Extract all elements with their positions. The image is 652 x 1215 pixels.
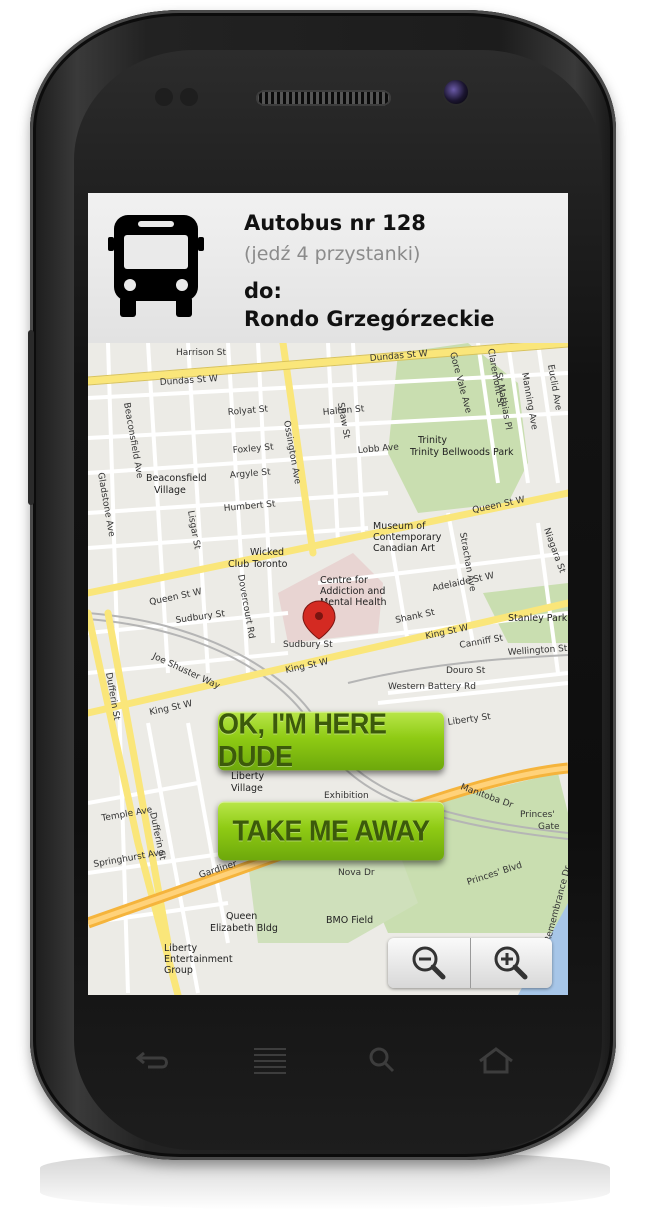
- map-label-bmo: BMO Field: [326, 915, 373, 926]
- map-label-wicked: Wicked: [250, 547, 284, 558]
- map-label-beaconsfield: Beaconsfield Ave: [121, 402, 144, 480]
- stops-info: (jedź 4 przystanki): [244, 243, 421, 265]
- map-label-camh-2: Addiction and: [320, 586, 385, 597]
- map-label-canniff: Canniff St: [459, 633, 505, 651]
- search-key[interactable]: [360, 1040, 404, 1080]
- route-header: Autobus nr 128 (jedź 4 przystanki) do: R…: [88, 193, 568, 344]
- map-label-princes-gate-2: Gate: [538, 822, 560, 832]
- map-label-museum-2: Contemporary: [373, 532, 442, 543]
- map-canvas[interactable]: Harrison St Dundas St W Dundas St W Gore…: [88, 343, 568, 995]
- map-label-queen-elizabeth: Queen: [226, 911, 257, 922]
- map-label-liberty: Liberty St: [447, 712, 492, 728]
- map-label-beaconsfield-village-2: Village: [154, 485, 186, 496]
- map-label-dovercourt: Dovercourt Rd: [235, 574, 256, 640]
- map-label-liberty-ent-2: Entertainment: [164, 954, 233, 965]
- destination-name: Rondo Grzegórzeckie: [244, 307, 495, 331]
- map-label-harrison: Harrison St: [176, 348, 226, 358]
- map-label-museum: Museum of: [373, 521, 426, 532]
- take-me-away-button[interactable]: TAKE ME AWAY: [218, 801, 444, 861]
- volume-button: [28, 330, 34, 505]
- map-label-trinity-park-2: Trinity Bellwoods Park: [409, 447, 514, 458]
- map-view[interactable]: Harrison St Dundas St W Dundas St W Gore…: [88, 343, 568, 995]
- map-label-queen-elizabeth-2: Elizabeth Bldg: [210, 923, 278, 934]
- zoom-out-button[interactable]: [388, 938, 470, 988]
- back-icon: [135, 1051, 168, 1069]
- map-label-trinity-park: Trinity: [417, 435, 447, 446]
- map-label-exhibition: Exhibition: [324, 791, 369, 801]
- map-label-princes-gate: Princes': [520, 810, 555, 820]
- zoom-in-icon: [494, 946, 528, 980]
- home-key[interactable]: [474, 1040, 518, 1080]
- map-label-liberty-ent: Liberty: [164, 943, 197, 954]
- map-label-beaconsfield-village: Beaconsfield: [146, 473, 207, 484]
- map-label-joe-shuster: Joe Shuster Way: [150, 651, 222, 692]
- zoom-out-icon: [412, 946, 446, 980]
- proximity-sensor: [155, 88, 173, 106]
- bus-name: Autobus nr 128: [244, 211, 426, 235]
- map-label-camh: Centre for: [320, 575, 368, 586]
- map-label-western-battery: Western Battery Rd: [388, 682, 476, 692]
- destination-label: do:: [244, 279, 282, 303]
- map-label-museum-3: Canadian Art: [373, 543, 435, 554]
- bus-icon: [108, 215, 204, 317]
- search-icon: [369, 1047, 395, 1073]
- map-label-queen-w: Queen St W: [149, 587, 203, 608]
- front-camera: [444, 80, 468, 104]
- zoom-in-button[interactable]: [469, 938, 552, 988]
- map-label-wicked-2: Club Toronto: [228, 559, 288, 570]
- zoom-controls: [388, 938, 552, 988]
- map-label-nova: Nova Dr: [338, 868, 375, 878]
- phone-screen: Autobus nr 128 (jedź 4 przystanki) do: R…: [88, 193, 568, 995]
- map-label-stanley: Stanley Park: [508, 613, 568, 624]
- menu-key[interactable]: [248, 1040, 292, 1080]
- menu-icon: [254, 1048, 286, 1074]
- map-label-douro: Douro St: [446, 666, 486, 676]
- arrived-button[interactable]: OK, I'M HERE DUDE: [218, 708, 444, 773]
- light-sensor: [180, 88, 198, 106]
- map-label-liberty-village-2: Village: [231, 783, 263, 794]
- map-label-sudbury: Sudbury St: [283, 640, 333, 650]
- back-key[interactable]: [132, 1040, 176, 1080]
- home-icon: [479, 1047, 513, 1074]
- map-label-foxley: Foxley St: [232, 442, 274, 456]
- earpiece-speaker: [256, 90, 391, 106]
- map-label-king-w: King St W: [149, 699, 194, 718]
- map-label-liberty-ent-3: Group: [164, 965, 193, 976]
